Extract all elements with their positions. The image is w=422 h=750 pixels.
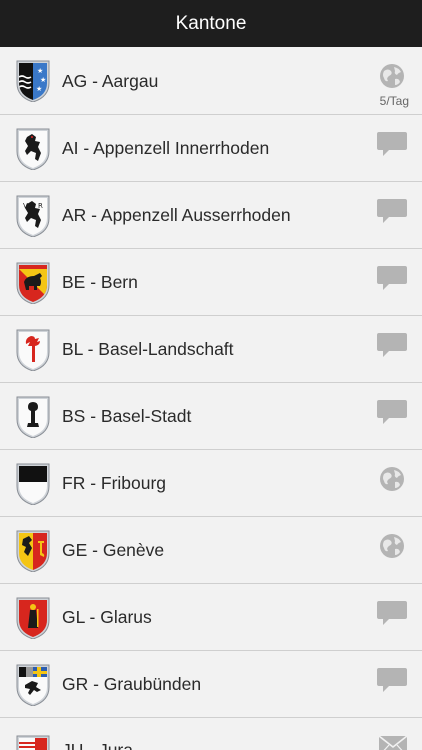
bern-coat-of-arms-icon: [16, 262, 50, 304]
svg-text:★: ★: [40, 76, 46, 84]
canton-label: FR - Fribourg: [62, 473, 167, 493]
svg-text:★: ★: [36, 85, 42, 93]
list-item-bs[interactable]: BS - Basel-Stadt: [0, 383, 422, 450]
comment-icon[interactable]: [376, 129, 408, 159]
appenzell-innerrhoden-coat-of-arms-icon: [16, 128, 50, 170]
glarus-coat-of-arms-icon: [16, 597, 50, 639]
globe-icon[interactable]: [376, 531, 408, 561]
globe-icon[interactable]: [376, 464, 408, 494]
navigation-bar: Kantone: [0, 0, 422, 47]
list-item-fr[interactable]: FR - Fribourg: [0, 450, 422, 517]
page-title: Kantone: [175, 12, 247, 34]
canton-label: BE - Bern: [62, 272, 138, 292]
fribourg-coat-of-arms-icon: [16, 463, 50, 505]
canton-label: JU - Jura: [62, 740, 133, 750]
basel-landschaft-coat-of-arms-icon: [16, 329, 50, 371]
canton-list[interactable]: ★ ★ ★ AG - Aargau 5/Tag AI - Appenzell I…: [0, 47, 422, 718]
comment-icon[interactable]: [376, 397, 408, 427]
canton-label: GE - Genève: [62, 540, 165, 560]
list-item-gr[interactable]: GR - Graubünden: [0, 651, 422, 718]
list-item-ar[interactable]: V R AR - Appenzell Ausserrhoden: [0, 182, 422, 249]
comment-icon[interactable]: [376, 598, 408, 628]
list-item-ge[interactable]: GE - Genève: [0, 517, 422, 584]
list-item-ag[interactable]: ★ ★ ★ AG - Aargau 5/Tag: [0, 47, 422, 115]
canton-label: AR - Appenzell Ausserrhoden: [62, 205, 291, 225]
rate-label: 5/Tag: [379, 94, 409, 108]
jura-coat-of-arms-icon: [16, 735, 50, 750]
svg-text:V: V: [23, 202, 28, 210]
list-item-ai[interactable]: AI - Appenzell Innerrhoden: [0, 115, 422, 182]
canton-label: BS - Basel-Stadt: [62, 406, 192, 426]
aargau-coat-of-arms-icon: ★ ★ ★: [16, 60, 50, 102]
globe-icon[interactable]: [376, 61, 408, 91]
appenzell-ausserrhoden-coat-of-arms-icon: V R: [16, 195, 50, 237]
list-item-be[interactable]: BE - Bern: [0, 249, 422, 316]
comment-icon[interactable]: [376, 196, 408, 226]
list-item-gl[interactable]: GL - Glarus: [0, 584, 422, 651]
comment-icon[interactable]: [376, 330, 408, 360]
canton-label: BL - Basel-Landschaft: [62, 339, 234, 359]
mail-icon[interactable]: [378, 735, 408, 750]
comment-icon[interactable]: [376, 263, 408, 293]
canton-label: GR - Graubünden: [62, 674, 202, 694]
list-item-ju[interactable]: JU - Jura: [0, 732, 422, 750]
canton-label: AI - Appenzell Innerrhoden: [62, 138, 270, 158]
svg-text:R: R: [38, 202, 43, 210]
geneve-coat-of-arms-icon: [16, 530, 50, 572]
graubuenden-coat-of-arms-icon: [16, 664, 50, 706]
list-item-bl[interactable]: BL - Basel-Landschaft: [0, 316, 422, 383]
comment-icon[interactable]: [376, 665, 408, 695]
canton-label: AG - Aargau: [62, 71, 159, 91]
basel-stadt-coat-of-arms-icon: [16, 396, 50, 438]
canton-label: GL - Glarus: [62, 607, 152, 627]
svg-text:★: ★: [37, 67, 43, 75]
